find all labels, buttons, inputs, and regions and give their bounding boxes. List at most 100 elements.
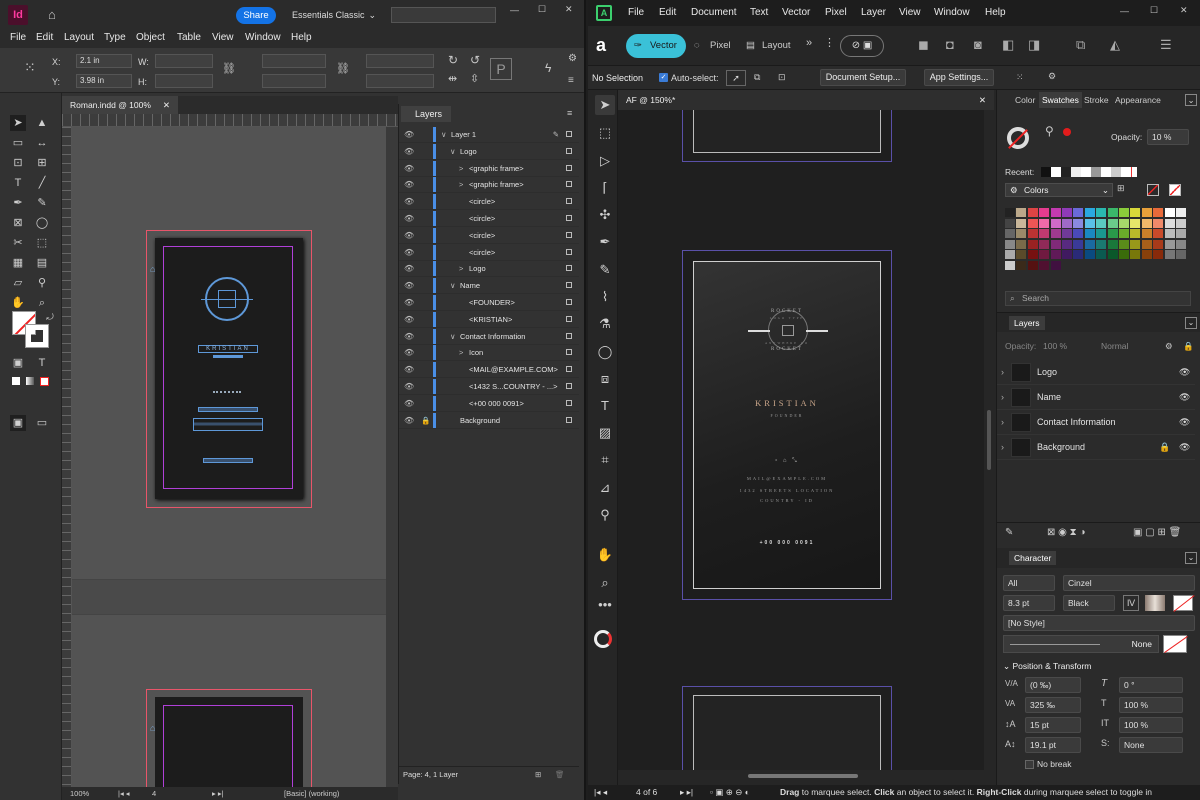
swatch[interactable] xyxy=(1062,250,1072,260)
eyedropper-af-icon[interactable]: ⚲ xyxy=(595,505,615,525)
rotate-field[interactable] xyxy=(366,54,434,68)
swatch[interactable] xyxy=(1096,250,1107,260)
tab-swatches[interactable]: Swatches xyxy=(1039,92,1082,108)
layer-row[interactable]: 👁 <MAIL@EXAMPLE.COM> xyxy=(399,361,579,379)
layer-actions-icons[interactable]: ▣ ▢ ⊞ 🗑 xyxy=(1133,523,1181,543)
swatch[interactable] xyxy=(1005,250,1015,260)
home-icon[interactable]: ⌂ xyxy=(48,8,56,21)
select-square-icon[interactable] xyxy=(566,215,572,221)
af-menu-edit[interactable]: Edit xyxy=(659,3,676,23)
swatch[interactable] xyxy=(1039,239,1050,249)
character-collapse-icon[interactable]: ⌄ xyxy=(1185,552,1197,564)
zoom-af-icon[interactable]: ⌕ xyxy=(595,573,615,593)
af-layers-collapse-icon[interactable]: ⌄ xyxy=(1185,317,1197,329)
content-collector-icon[interactable]: ⊡ xyxy=(10,155,26,171)
disclosure-arrow-icon[interactable]: ∨ xyxy=(450,143,456,160)
swatch[interactable] xyxy=(1027,218,1038,228)
swatch[interactable] xyxy=(1016,250,1027,260)
page-number[interactable]: 4 xyxy=(152,787,156,800)
swatch[interactable] xyxy=(1153,208,1164,217)
swatch[interactable] xyxy=(1027,239,1038,249)
close-icon[interactable]: ✕ xyxy=(565,5,573,14)
font-weight-select[interactable]: Black xyxy=(1063,595,1115,611)
swatch[interactable] xyxy=(1062,218,1072,228)
menu-layout[interactable]: Layout xyxy=(64,28,94,48)
pencil-tool-icon[interactable]: ✎ xyxy=(34,195,50,211)
layer-opacity-value[interactable]: 100 % xyxy=(1043,336,1067,356)
card-phone[interactable]: +00 000 0091 xyxy=(694,540,880,546)
persona-layout-button[interactable]: ▤ Layout xyxy=(744,34,794,58)
swatch[interactable] xyxy=(1141,250,1152,260)
swatch[interactable] xyxy=(1050,261,1061,270)
swatch[interactable] xyxy=(1176,250,1186,260)
content-placer-icon[interactable]: ⊞ xyxy=(34,155,50,171)
swatch[interactable] xyxy=(1016,261,1027,270)
disclosure-arrow-icon[interactable]: > xyxy=(459,260,463,277)
screen-mode-icon[interactable]: ▭ xyxy=(34,415,50,431)
font-family-select[interactable]: Cinzel xyxy=(1063,575,1195,591)
select-square-icon[interactable] xyxy=(566,383,572,389)
menu-view[interactable]: View xyxy=(212,28,234,48)
swatch[interactable] xyxy=(1164,239,1175,249)
menu-edit[interactable]: Edit xyxy=(36,28,53,48)
flip-icon[interactable]: ◭ xyxy=(1110,38,1120,51)
layer-row[interactable]: 👁 <1432 S...COUNTRY - ...> xyxy=(399,378,579,395)
image-tool-icon[interactable]: ▨ xyxy=(595,423,615,443)
line-tool-icon[interactable]: ╱ xyxy=(34,175,50,191)
swatch[interactable] xyxy=(1096,229,1107,239)
swatch[interactable] xyxy=(1062,208,1072,217)
doc-tab[interactable]: Roman.indd @ 100% ✕ xyxy=(62,96,178,114)
swatch[interactable] xyxy=(1153,218,1164,228)
select-square-icon[interactable] xyxy=(566,198,572,205)
select-shapes-icon[interactable]: ⧉ xyxy=(754,73,760,82)
none-swatch[interactable] xyxy=(1147,184,1159,196)
layer-row[interactable]: 👁 > <graphic frame> xyxy=(399,160,579,177)
page-nav-next[interactable]: ▸ ▸| xyxy=(212,787,224,800)
af-status-icons[interactable]: ▫ ▣ ⊕ ⊖ ◐ xyxy=(710,785,750,800)
layer-row[interactable]: 👁 ∨ Name xyxy=(399,277,579,295)
flip-vertical-icon[interactable]: ⇳ xyxy=(470,74,479,85)
layer-row[interactable]: 👁 <circle> xyxy=(399,210,579,227)
disclosure-arrow-icon[interactable]: ∨ xyxy=(441,126,447,143)
swatch[interactable] xyxy=(1141,239,1152,249)
select-square-icon[interactable] xyxy=(566,248,572,255)
eye-icon[interactable]: 👁 xyxy=(404,244,414,261)
add-swatch-icon[interactable]: ⊞ xyxy=(1117,184,1125,193)
swatch[interactable] xyxy=(1176,229,1186,239)
tab-appearance[interactable]: Appearance xyxy=(1115,92,1161,108)
measure-tool-icon[interactable]: ⊿ xyxy=(595,478,615,498)
eye-icon[interactable]: 👁 xyxy=(404,160,414,177)
visibility-eye-icon[interactable]: 👁 xyxy=(1179,360,1190,385)
preview-mode-icon[interactable]: ▣ xyxy=(10,415,26,431)
disclosure-arrow-icon[interactable]: > xyxy=(459,344,463,361)
disclosure-arrow-icon[interactable]: ∨ xyxy=(450,277,456,294)
select-square-icon[interactable] xyxy=(566,315,572,322)
lock-icon[interactable]: 🔒 xyxy=(1159,435,1170,460)
swatch[interactable] xyxy=(1153,250,1164,260)
swatch[interactable] xyxy=(1130,208,1141,217)
card-country[interactable]: COUNTRY - ID xyxy=(694,498,880,503)
layers-tab[interactable]: Layers xyxy=(401,106,451,122)
layer-row[interactable]: 👁 🔒 Background xyxy=(399,412,579,429)
text-mode-toggle[interactable]: ⊘ ▣ xyxy=(840,35,884,57)
tab-color[interactable]: Color xyxy=(1015,92,1035,108)
layer-row[interactable]: 👁 <FOUNDER> xyxy=(399,294,579,311)
grid-icon[interactable]: ⁙ xyxy=(1016,73,1024,82)
text-fill-swatch[interactable] xyxy=(1145,595,1165,611)
rotate-ccw-icon[interactable]: ↺ xyxy=(470,54,480,66)
select-square-icon[interactable] xyxy=(566,349,572,356)
new-layer-icon[interactable]: ⊞ xyxy=(535,767,541,783)
menu-help[interactable]: Help xyxy=(291,28,312,48)
swatch[interactable] xyxy=(1130,218,1141,228)
tracking-field[interactable]: 325 ‰ xyxy=(1025,697,1081,713)
character-tab[interactable]: Character xyxy=(1009,551,1057,565)
layer-row[interactable]: 👁 > <graphic frame> xyxy=(399,176,579,194)
af-close-tab-icon[interactable]: ✕ xyxy=(979,90,986,110)
swatch[interactable] xyxy=(1005,239,1015,249)
swatch[interactable] xyxy=(1153,229,1164,239)
eye-icon[interactable]: 👁 xyxy=(404,361,414,378)
underline-color-swatch[interactable] xyxy=(1163,635,1188,653)
select-square-icon[interactable] xyxy=(566,231,572,238)
boolean-xor-icon[interactable]: ◧ xyxy=(1002,38,1014,51)
align-icon[interactable]: ☰ xyxy=(1160,38,1172,51)
